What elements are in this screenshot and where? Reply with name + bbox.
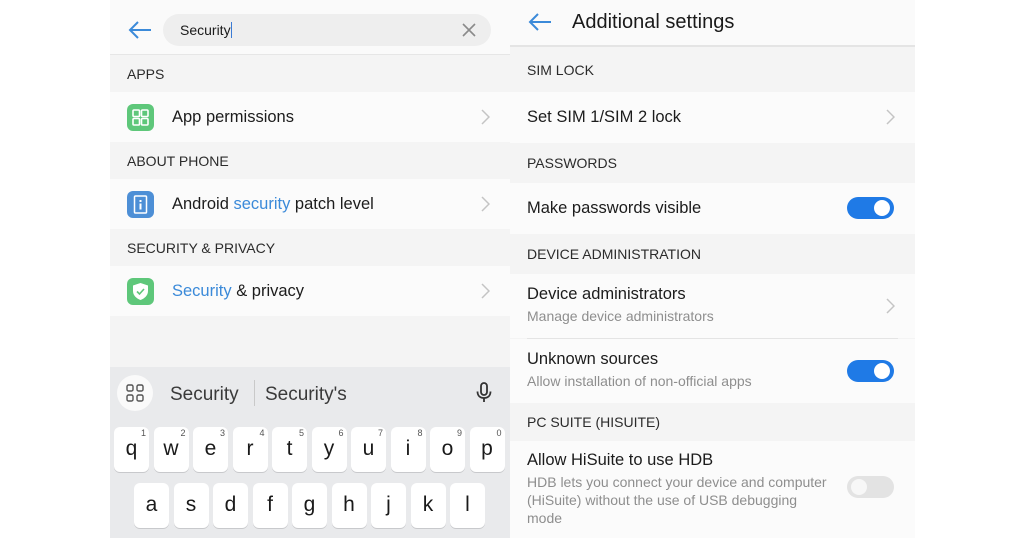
key-p[interactable]: 0p [469, 427, 505, 472]
setting-subtitle: Manage device administrators [527, 308, 714, 324]
keyboard-row-2: a s d f g h j k l [134, 483, 490, 528]
search-input[interactable]: Security [163, 14, 491, 46]
setting-allow-hisuite-hdb: Allow HiSuite to use HDB HDB lets you co… [510, 441, 915, 538]
key-y[interactable]: 6y [311, 427, 347, 472]
suggestion-bar: Security Security's [110, 367, 510, 419]
additional-settings-screen: Additional settings SIM LOCK Set SIM 1/S… [510, 0, 915, 538]
key-a[interactable]: a [134, 483, 169, 528]
suggestion-2[interactable]: Security's [265, 384, 347, 406]
arrow-left-icon[interactable] [527, 12, 553, 32]
unknown-sources-toggle[interactable] [847, 360, 894, 382]
setting-unknown-sources: Unknown sources Allow installation of no… [510, 339, 915, 403]
setting-subtitle: HDB lets you connect your device and com… [527, 474, 827, 526]
key-d[interactable]: d [213, 483, 248, 528]
key-u[interactable]: 7u [351, 427, 386, 472]
result-label: Android security patch level [172, 194, 374, 213]
toggle-knob [851, 479, 867, 495]
setting-make-passwords-visible: Make passwords visible [510, 183, 915, 234]
key-e[interactable]: 3e [193, 427, 228, 472]
toggle-knob [874, 200, 890, 216]
section-header-pc-suite: PC SUITE (HISUITE) [510, 403, 915, 441]
toggle-knob [874, 363, 890, 379]
suggestion-1[interactable]: Security [170, 384, 239, 406]
setting-title: Set SIM 1/SIM 2 lock [527, 108, 682, 126]
key-f[interactable]: f [252, 483, 288, 528]
chevron-right-icon [481, 109, 491, 125]
text-cursor [230, 22, 232, 38]
key-h[interactable]: h [331, 483, 367, 528]
chevron-right-icon [481, 283, 491, 299]
shield-check-icon [127, 277, 154, 305]
key-l[interactable]: l [450, 483, 485, 528]
key-w[interactable]: 2w [153, 427, 189, 472]
section-header-security-privacy: SECURITY & PRIVACY [110, 229, 510, 266]
result-app-permissions[interactable]: App permissions [110, 92, 510, 142]
key-j[interactable]: j [371, 483, 406, 528]
arrow-left-icon[interactable] [127, 20, 153, 40]
setting-title: Make passwords visible [527, 199, 702, 217]
suggestion-divider [254, 380, 255, 406]
key-i[interactable]: 8i [390, 427, 426, 472]
make-passwords-visible-toggle[interactable] [847, 197, 894, 219]
keyboard-menu-grid-icon[interactable] [117, 375, 153, 411]
app-permissions-icon [127, 103, 154, 131]
microphone-icon[interactable] [474, 382, 494, 404]
key-o[interactable]: 9o [430, 427, 465, 472]
search-settings-screen: Security APPS App permissions ABOUT PHON… [110, 0, 510, 538]
result-label: Security & privacy [172, 281, 305, 300]
setting-title: Device administrators [527, 285, 686, 303]
section-header-sim-lock: SIM LOCK [510, 47, 915, 92]
key-g[interactable]: g [292, 483, 327, 528]
result-security-privacy[interactable]: Security & privacy [110, 266, 510, 316]
section-header-device-administration: DEVICE ADMINISTRATION [510, 234, 915, 274]
soft-keyboard: Security Security's 1q 2w 3e 4r 5t 6y 7u… [110, 367, 510, 538]
setting-device-administrators[interactable]: Device administrators Manage device admi… [510, 274, 915, 338]
search-toolbar: Security [110, 0, 510, 55]
chevron-right-icon [886, 298, 896, 314]
page-title: Additional settings [572, 11, 735, 33]
section-header-passwords: PASSWORDS [510, 143, 915, 183]
key-r[interactable]: 4r [232, 427, 268, 472]
section-header-about-phone: ABOUT PHONE [110, 142, 510, 179]
setting-title: Allow HiSuite to use HDB [527, 451, 714, 469]
close-icon[interactable] [461, 22, 477, 38]
key-t[interactable]: 5t [272, 427, 307, 472]
result-android-security-patch-level[interactable]: Android security patch level [110, 179, 510, 229]
setting-sim-lock[interactable]: Set SIM 1/SIM 2 lock [510, 92, 915, 143]
keyboard-row-1: 1q 2w 3e 4r 5t 6y 7u 8i 9o 0p [114, 427, 509, 472]
phone-info-icon [127, 190, 154, 218]
key-q[interactable]: 1q [114, 427, 149, 472]
key-k[interactable]: k [410, 483, 446, 528]
chevron-right-icon [481, 196, 491, 212]
key-s[interactable]: s [173, 483, 209, 528]
search-input-value[interactable]: Security [180, 22, 232, 38]
section-header-apps: APPS [110, 55, 510, 92]
app-bar: Additional settings [510, 0, 915, 47]
chevron-right-icon [886, 109, 896, 125]
allow-hisuite-hdb-toggle[interactable] [847, 476, 894, 498]
result-label: App permissions [172, 107, 294, 126]
